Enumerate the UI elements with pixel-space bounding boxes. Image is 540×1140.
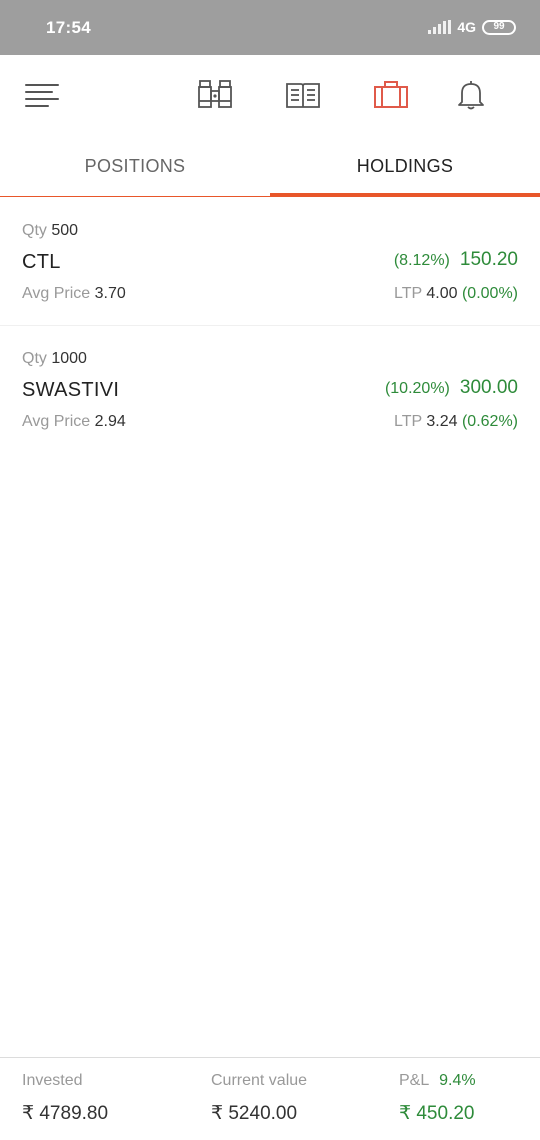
- qty-label: Qty: [22, 350, 47, 367]
- current-value-summary: Current value ₹ 5240.00: [211, 1072, 307, 1125]
- ltp: LTP 3.24 (0.62%): [394, 413, 518, 431]
- invested-value: ₹ 4789.80: [22, 1103, 109, 1124]
- status-indicators: 4G 99: [428, 19, 516, 35]
- battery-level: 99: [493, 21, 505, 32]
- avg-price-label: Avg Price: [22, 285, 91, 302]
- holding-row[interactable]: Qty 500 CTL Avg Price 3.70 (8.12%) 150.2…: [0, 198, 540, 326]
- avg-price: Avg Price 2.94: [22, 413, 126, 431]
- pnl-percent: (8.12%): [393, 252, 450, 269]
- ltp-change: (0.62%): [461, 413, 518, 430]
- tab-active-indicator: [270, 193, 540, 197]
- avg-price: Avg Price 3.70: [22, 285, 126, 303]
- current-value-label: Current value: [211, 1072, 308, 1089]
- pl-percent: 9.4%: [439, 1072, 476, 1089]
- holding-symbol: SWASTIVI: [22, 379, 120, 401]
- qty-label: Qty: [22, 222, 47, 239]
- menu-icon[interactable]: [22, 75, 62, 115]
- qty-value: 1000: [51, 350, 87, 367]
- pl-summary: P&L 9.4% ₹ 450.20: [399, 1072, 476, 1125]
- qty: Qty 500: [22, 222, 78, 240]
- pl-label: P&L: [399, 1072, 429, 1089]
- pnl-amount: 150.20: [459, 249, 518, 270]
- avg-price-value: 3.70: [94, 285, 126, 302]
- invested-label: Invested: [22, 1072, 83, 1089]
- holding-pnl: (10.20%) 300.00: [385, 377, 518, 399]
- tab-bar: POSITIONS HOLDINGS: [0, 135, 540, 198]
- bell-icon[interactable]: [451, 75, 491, 115]
- current-value: ₹ 5240.00: [211, 1103, 298, 1124]
- avg-price-label: Avg Price: [22, 413, 91, 430]
- ltp-change: (0.00%): [461, 285, 518, 302]
- holding-row[interactable]: Qty 1000 SWASTIVI Avg Price 2.94 (10.20%…: [0, 326, 540, 454]
- status-time: 17:54: [46, 18, 91, 37]
- tab-holdings[interactable]: HOLDINGS: [270, 135, 540, 198]
- ltp-label: LTP: [394, 285, 422, 302]
- toolbar: [0, 55, 540, 135]
- holding-pnl: (8.12%) 150.20: [394, 249, 518, 271]
- book-icon[interactable]: [283, 75, 323, 115]
- qty: Qty 1000: [22, 350, 87, 368]
- pnl-percent: (10.20%): [384, 380, 450, 397]
- tab-divider: [0, 196, 270, 197]
- pl-value: ₹ 450.20: [399, 1103, 475, 1124]
- ltp: LTP 4.00 (0.00%): [394, 285, 518, 303]
- briefcase-icon[interactable]: [371, 75, 411, 115]
- battery-icon: 99: [482, 19, 516, 35]
- pl-label-row: P&L 9.4%: [399, 1072, 476, 1090]
- binoculars-icon[interactable]: [195, 75, 235, 115]
- avg-price-value: 2.94: [94, 413, 126, 430]
- summary-footer: Invested ₹ 4789.80 Current value ₹ 5240.…: [0, 1057, 540, 1140]
- network-type: 4G: [457, 19, 476, 35]
- ltp-value: 3.24: [426, 413, 458, 430]
- signal-icon: [428, 20, 452, 34]
- ltp-label: LTP: [394, 413, 422, 430]
- status-bar: 17:54 4G 99: [0, 0, 540, 55]
- tab-positions[interactable]: POSITIONS: [0, 135, 270, 198]
- qty-value: 500: [51, 222, 79, 239]
- ltp-value: 4.00: [426, 285, 458, 302]
- invested-summary: Invested ₹ 4789.80: [22, 1072, 108, 1125]
- holding-symbol: CTL: [22, 251, 61, 273]
- pnl-amount: 300.00: [459, 377, 518, 398]
